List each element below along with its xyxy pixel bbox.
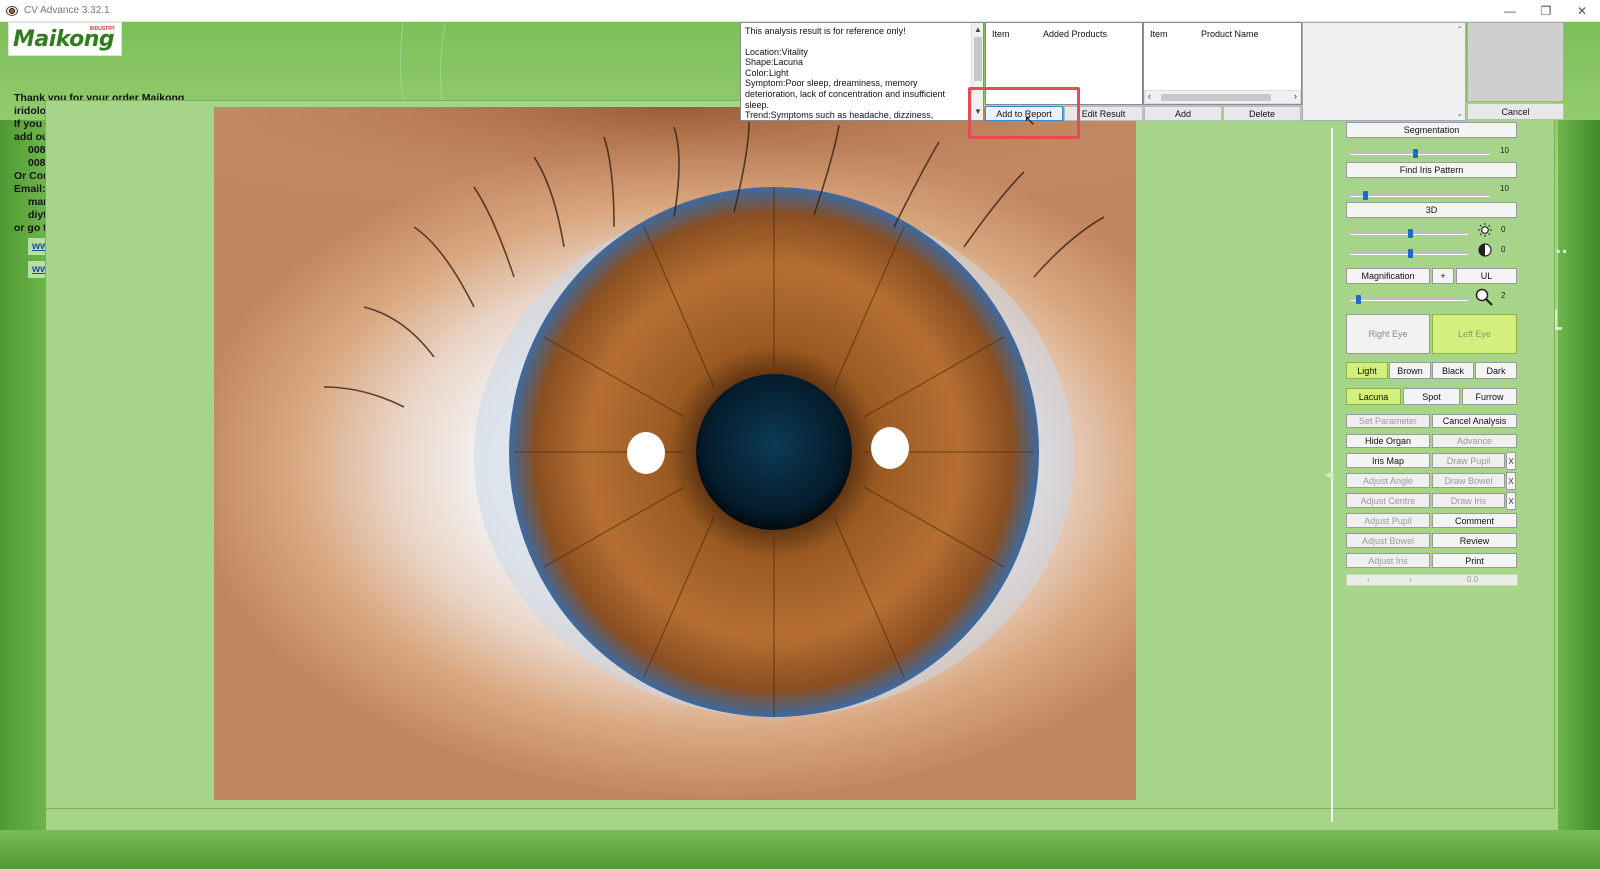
slider-knob[interactable] <box>1408 249 1413 258</box>
column-header-added-products: Added Products <box>1043 29 1108 39</box>
adjust-bowel-button[interactable]: Adjust Bowel <box>1346 533 1430 548</box>
analysis-line: Symptom:Poor sleep, dreaminess, memory <box>745 78 918 89</box>
maikong-logo: Maikong INDUSTRY <box>8 22 122 56</box>
shape-furrow-button[interactable]: Furrow <box>1462 388 1517 405</box>
minimize-button[interactable]: — <box>1492 0 1528 22</box>
find-iris-slider[interactable] <box>1350 191 1490 200</box>
panel-handle-icon[interactable]: ◀ <box>1325 468 1333 481</box>
color-dark-button[interactable]: Dark <box>1475 362 1517 379</box>
magnifier-icon <box>1475 288 1493 306</box>
magnification-button[interactable]: Magnification <box>1346 268 1430 284</box>
column-header-product-name: Product Name <box>1201 29 1259 39</box>
adjust-pupil-button[interactable]: Adjust Pupil <box>1346 513 1430 528</box>
page-navigator[interactable]: ‹ › 0.0 <box>1346 574 1518 586</box>
analysis-line: Shape:Lacuna <box>745 57 804 68</box>
contrast-slider[interactable] <box>1350 249 1468 258</box>
prev-page-button[interactable]: ‹ <box>1367 575 1370 584</box>
zoom-plus-button[interactable]: + <box>1432 268 1454 284</box>
iris-map-button[interactable]: Iris Map <box>1346 453 1430 468</box>
product-names-scrollbar[interactable]: ‹ › <box>1144 90 1301 104</box>
scroll-up-icon[interactable]: ⌃ <box>1456 25 1463 34</box>
mouse-cursor-icon: ↖ <box>1024 112 1036 128</box>
page-value: 0.0 <box>1467 575 1479 584</box>
scroll-up-icon[interactable]: ▲ <box>974 25 982 36</box>
brightness-value: 0 <box>1501 225 1506 234</box>
analysis-line: Location:Vitality <box>745 46 808 57</box>
comment-button[interactable]: Comment <box>1432 513 1517 528</box>
left-eye-button[interactable]: Left Eye <box>1432 314 1517 354</box>
advance-button[interactable]: Advance <box>1432 434 1517 448</box>
clear-bowel-button[interactable]: X <box>1506 472 1516 490</box>
clear-pupil-button[interactable]: X <box>1506 452 1516 470</box>
title-bar: CV Advance 3.32.1 — ❐ ✕ <box>0 0 1600 22</box>
scroll-thumb[interactable] <box>974 37 982 81</box>
adjust-iris-button[interactable]: Adjust Iris <box>1346 553 1430 568</box>
empty-list-panel: ⌃ ⌄ <box>1302 22 1466 121</box>
segmentation-button[interactable]: Segmentation <box>1346 122 1517 138</box>
ul-button[interactable]: UL <box>1456 268 1517 284</box>
bottom-decor-band <box>0 830 1600 869</box>
column-header-item: Item <box>992 29 1010 39</box>
print-button[interactable]: Print <box>1432 553 1517 568</box>
set-parameter-button[interactable]: Set Parameter <box>1346 414 1430 428</box>
brightness-icon <box>1478 223 1492 237</box>
scroll-thumb[interactable] <box>1161 94 1271 101</box>
scroll-left-icon[interactable]: ‹ <box>1148 91 1151 101</box>
right-decor-band <box>1558 120 1600 869</box>
magnification-value: 2 <box>1501 291 1506 300</box>
draw-pupil-button[interactable]: Draw Pupil <box>1432 453 1505 468</box>
shape-lacuna-button[interactable]: Lacuna <box>1346 388 1401 405</box>
brightness-slider[interactable] <box>1350 229 1468 238</box>
hide-organ-button[interactable]: Hide Organ <box>1346 434 1430 448</box>
segmentation-slider[interactable] <box>1350 149 1490 158</box>
clear-iris-button[interactable]: X <box>1506 492 1516 510</box>
slider-knob[interactable] <box>1408 229 1413 238</box>
delete-button[interactable]: Delete <box>1223 106 1301 121</box>
color-light-button[interactable]: Light <box>1346 362 1388 379</box>
add-button[interactable]: Add <box>1144 106 1222 121</box>
3d-button[interactable]: 3D <box>1346 202 1517 218</box>
review-button[interactable]: Review <box>1432 533 1517 548</box>
maximize-button[interactable]: ❐ <box>1528 0 1564 22</box>
analysis-spacer <box>745 37 969 47</box>
analysis-line: This analysis result is for reference on… <box>745 26 906 36</box>
window-title: CV Advance 3.32.1 <box>24 5 110 16</box>
preview-area <box>1467 22 1564 102</box>
contrast-value: 0 <box>1501 245 1506 254</box>
draw-iris-button[interactable]: Draw Iris <box>1432 493 1505 508</box>
color-brown-button[interactable]: Brown <box>1389 362 1431 379</box>
column-header-item: Item <box>1150 29 1168 39</box>
adjust-centre-button[interactable]: Adjust Centre <box>1346 493 1430 508</box>
shape-spot-button[interactable]: Spot <box>1403 388 1460 405</box>
draw-bowel-button[interactable]: Draw Bowel <box>1432 473 1505 488</box>
analysis-line: sleep. <box>745 99 770 110</box>
app-eye-icon <box>6 5 18 16</box>
eye-photo-graphic <box>214 107 1136 717</box>
find-iris-value: 10 <box>1500 184 1509 193</box>
analysis-result-text[interactable]: This analysis result is for reference on… <box>740 22 984 121</box>
contrast-icon <box>1478 243 1492 257</box>
logo-subtext: INDUSTRY <box>89 26 115 32</box>
color-black-button[interactable]: Black <box>1432 362 1474 379</box>
close-button[interactable]: ✕ <box>1564 0 1600 22</box>
slider-knob[interactable] <box>1356 295 1361 304</box>
magnification-slider[interactable] <box>1350 295 1468 304</box>
analysis-line: Color:Light <box>745 67 789 78</box>
window-controls: — ❐ ✕ <box>1492 0 1600 22</box>
next-page-button[interactable]: › <box>1409 575 1412 584</box>
segmentation-value: 10 <box>1500 146 1509 155</box>
cancel-analysis-button[interactable]: Cancel Analysis <box>1432 414 1517 428</box>
adjust-angle-button[interactable]: Adjust Angle <box>1346 473 1430 488</box>
scroll-right-icon[interactable]: › <box>1294 91 1297 101</box>
scroll-down-icon[interactable]: ⌄ <box>1456 109 1463 118</box>
right-eye-button[interactable]: Right Eye <box>1346 314 1430 354</box>
cancel-button[interactable]: Cancel <box>1467 103 1564 120</box>
iris-image[interactable] <box>214 107 1136 800</box>
find-iris-pattern-button[interactable]: Find Iris Pattern <box>1346 162 1517 178</box>
analysis-line: Trend:Symptoms such as headache, dizzine… <box>745 110 934 121</box>
analysis-line: deterioration, lack of concentration and… <box>745 88 945 99</box>
slider-knob[interactable] <box>1413 149 1418 158</box>
slider-knob[interactable] <box>1363 191 1368 200</box>
